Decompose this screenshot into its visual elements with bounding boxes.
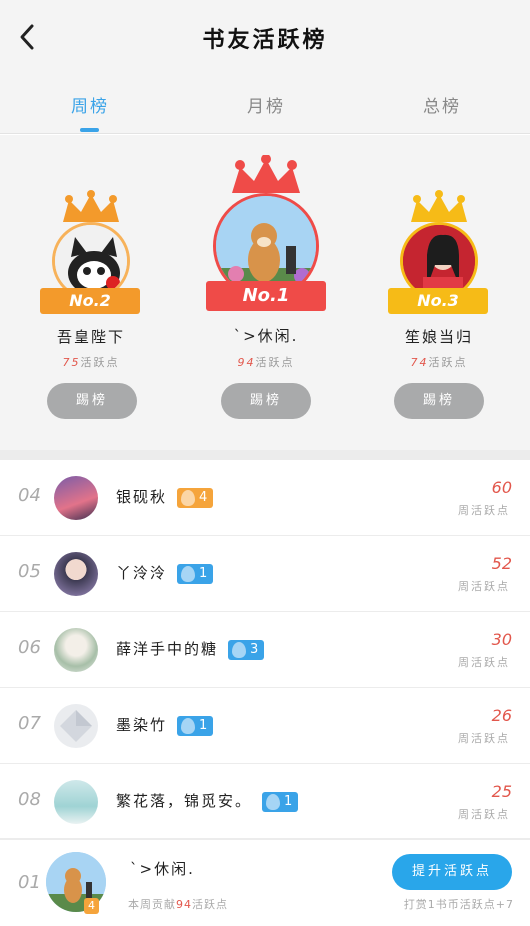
list-item[interactable]: 05 丫泠泠 1 52 周活跃点: [0, 536, 530, 612]
tab-monthly[interactable]: 月榜: [216, 92, 316, 117]
fire-level-badge: 1: [177, 715, 214, 736]
score-value: 60: [491, 478, 512, 497]
user-name-text: 墨染竹: [116, 716, 168, 734]
score-label: 周活跃点: [458, 732, 510, 745]
avatar[interactable]: [54, 780, 98, 824]
podium-score-unit: 活跃点: [80, 356, 120, 369]
active-tab-indicator: [80, 128, 99, 132]
rank-number: 08: [18, 789, 41, 810]
list-item[interactable]: 08 繁花落，锦觅安。 1 25 周活跃点: [0, 764, 530, 840]
page-title: 书友活跃榜: [202, 28, 328, 53]
podium-name-first: ˋ>休闲.: [233, 327, 299, 345]
rank-ribbon-third: No.3: [388, 288, 488, 314]
crown-icon: [411, 190, 467, 222]
my-weekly-contribution: 本周贡献94活跃点: [128, 896, 228, 912]
podium-top3: No.2 吾皇陛下 75活跃点 踢榜 No.1 ˋ>休闲. 94活跃点 踢榜 N…: [0, 135, 530, 450]
list-item[interactable]: 07 墨染竹 1 26 周活跃点: [0, 688, 530, 764]
podium-name-second: 吾皇陛下: [56, 328, 125, 346]
fire-level-badge: 3: [228, 639, 265, 660]
podium-card-first: No.1 ˋ>休闲. 94活跃点 踢榜: [196, 155, 336, 420]
score-label: 周活跃点: [458, 656, 510, 669]
score-value: 30: [491, 630, 512, 649]
my-fire-level-badge: 4: [84, 898, 99, 914]
user-name-text: 丫泠泠: [116, 564, 168, 582]
fire-level-badge: 1: [262, 791, 299, 812]
header-bar: 书友活跃榜: [0, 0, 530, 78]
score-label: 周活跃点: [458, 580, 510, 593]
avatar[interactable]: [54, 552, 98, 596]
score-label: 周活跃点: [458, 504, 510, 517]
avatar[interactable]: [54, 476, 98, 520]
user-name: 繁花落，锦觅安。 1: [116, 790, 299, 812]
podium-card-second: No.2 吾皇陛下 75活跃点 踢榜: [26, 190, 156, 420]
tab-weekly[interactable]: 周榜: [40, 92, 140, 117]
avatar[interactable]: [54, 704, 98, 748]
default-avatar-icon: [60, 710, 92, 742]
podium-score-second: 75活跃点: [26, 354, 156, 370]
crown-icon: [63, 190, 119, 222]
contribution-suffix: 活跃点: [192, 898, 228, 911]
podium-card-third: No.3 笙娘当归 74活跃点 踢榜: [374, 190, 504, 420]
tab-total[interactable]: 总榜: [392, 92, 492, 117]
rank-number: 06: [18, 637, 41, 658]
contribution-prefix: 本周贡献: [128, 898, 176, 911]
contribution-value: 94: [176, 898, 192, 911]
score-value: 26: [491, 706, 512, 725]
score-label: 周活跃点: [458, 808, 510, 821]
list-item[interactable]: 06 薛洋手中的糖 3 30 周活跃点: [0, 612, 530, 688]
podium-score-value: 75: [62, 356, 81, 369]
rank-number: 05: [18, 561, 41, 582]
user-name-text: 银砚秋: [116, 488, 168, 506]
score-value: 52: [491, 554, 512, 573]
user-name: 银砚秋 4: [116, 486, 214, 508]
avatar[interactable]: [54, 628, 98, 672]
kick-button-first[interactable]: 踢榜: [221, 383, 311, 419]
podium-score-value: 74: [410, 356, 429, 369]
kick-button-third[interactable]: 踢榜: [394, 383, 484, 419]
user-name-text: 薛洋手中的糖: [116, 640, 219, 658]
score-value: 25: [491, 782, 512, 801]
tab-bar: 周榜 月榜 总榜: [0, 78, 530, 134]
fire-level-badge: 4: [177, 487, 214, 508]
fire-level-badge: 1: [177, 563, 214, 584]
my-ranking-bar: 01 4 ˋ>休闲. 本周贡献94活跃点 提升活跃点 打赏1书币活跃点+7: [0, 838, 530, 926]
rank-ribbon-second: No.2: [40, 288, 140, 314]
rank-ribbon-first: No.1: [206, 281, 326, 311]
list-item[interactable]: 04 银砚秋 4 60 周活跃点: [0, 460, 530, 536]
podium-score-unit: 活跃点: [255, 356, 295, 369]
section-divider: [0, 450, 530, 460]
podium-score-first: 94活跃点: [196, 354, 336, 370]
user-name: 墨染竹 1: [116, 714, 214, 736]
rank-number: 04: [18, 485, 41, 506]
crown-icon: [232, 155, 300, 193]
user-name-text: 繁花落，锦觅安。: [116, 792, 253, 810]
my-rank-number: 01: [18, 872, 41, 893]
kick-button-second[interactable]: 踢榜: [47, 383, 137, 419]
podium-score-third: 74活跃点: [374, 354, 504, 370]
rank-number: 07: [18, 713, 41, 734]
podium-score-value: 94: [237, 356, 256, 369]
user-name: 薛洋手中的糖 3: [116, 638, 265, 660]
boost-note: 打赏1书币活跃点+7: [403, 898, 514, 911]
boost-activity-button[interactable]: 提升活跃点: [392, 854, 512, 890]
podium-score-unit: 活跃点: [428, 356, 468, 369]
podium-name-third: 笙娘当归: [404, 328, 473, 346]
user-name: 丫泠泠 1: [116, 562, 214, 584]
my-name: ˋ>休闲.: [130, 860, 195, 878]
